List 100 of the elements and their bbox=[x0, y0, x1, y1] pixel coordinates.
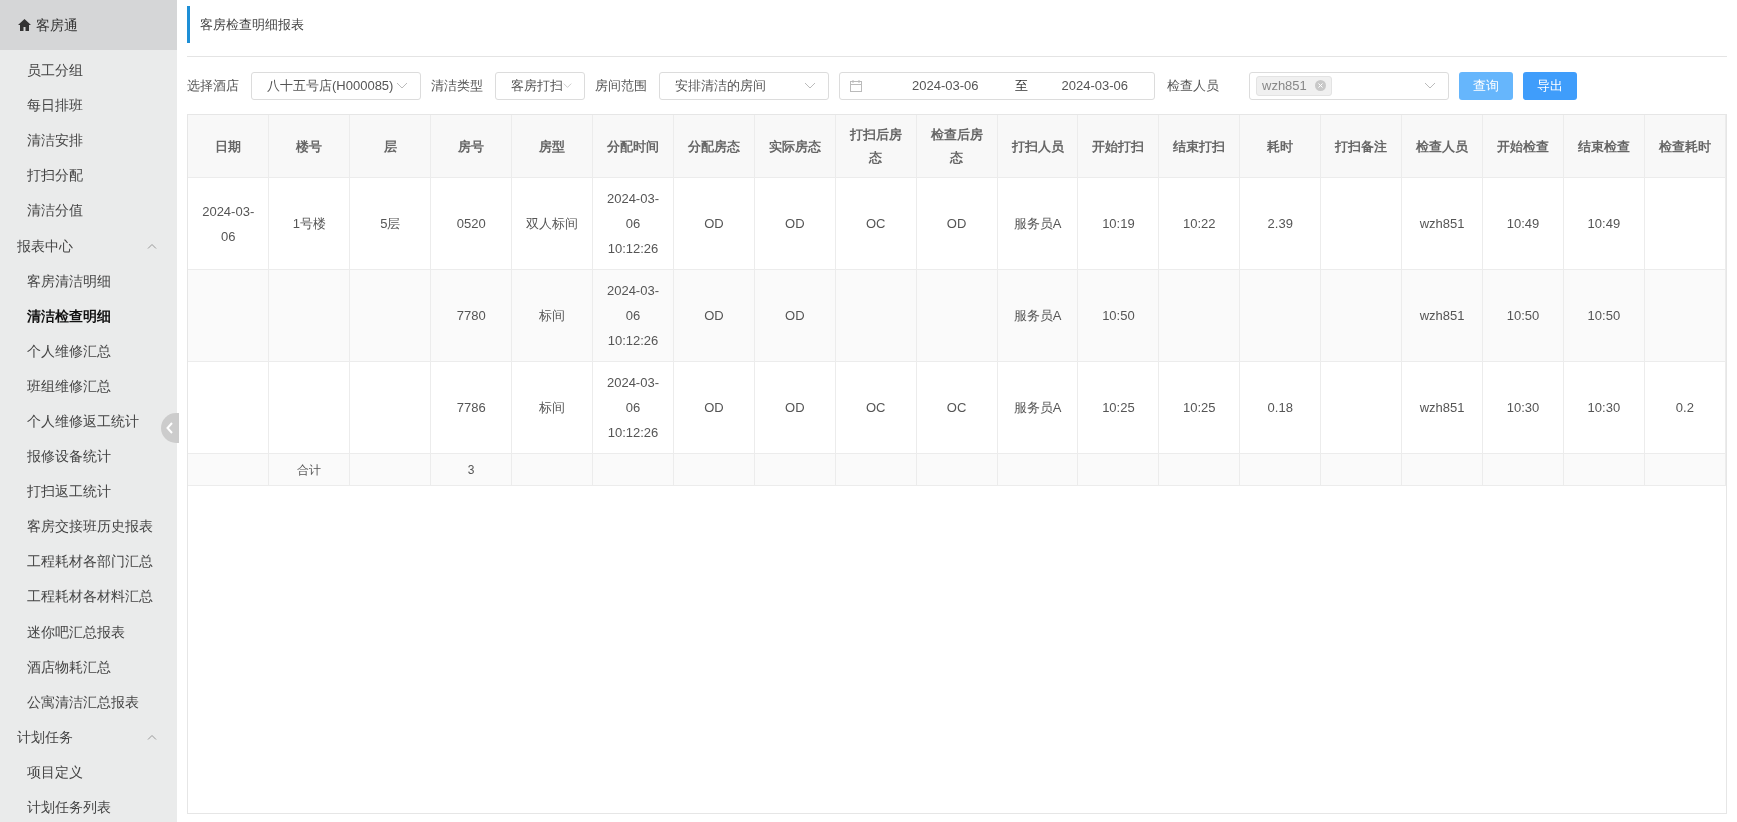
date-range-field[interactable]: 2024-03-06 至 2024-03-06 bbox=[839, 71, 1155, 100]
column-header: 打扫备注 bbox=[1320, 115, 1402, 178]
filter-label: 检查人员 bbox=[1167, 76, 1219, 95]
table-cell: 双人标间 bbox=[526, 216, 579, 231]
table-cell: 服务员A bbox=[1013, 400, 1062, 415]
sidebar-item[interactable]: 打扫返工统计 bbox=[0, 474, 111, 510]
sidebar-item[interactable]: 个人维修返工统计 bbox=[0, 403, 139, 440]
table-cell: 10:19 bbox=[1102, 216, 1135, 231]
table-cell: 0.18 bbox=[1267, 400, 1293, 415]
column-header: 结束打扫 bbox=[1158, 115, 1240, 178]
table-cell: wzh851 bbox=[1419, 400, 1465, 415]
sidebar-item[interactable]: 计划任务列表 bbox=[0, 789, 111, 822]
table-cell: OD bbox=[704, 400, 724, 415]
table-cell: 5层 bbox=[380, 216, 401, 231]
filter-label: 房间范围 bbox=[595, 76, 647, 95]
page-title: 客房检查明细报表 bbox=[187, 6, 1727, 43]
table-cell: 服务员A bbox=[1013, 216, 1062, 231]
chevron-icon bbox=[147, 734, 157, 741]
chevron-down-icon bbox=[1424, 82, 1436, 89]
column-header: 耗时 bbox=[1239, 115, 1321, 178]
sidebar-item[interactable]: 项目定义 bbox=[0, 754, 83, 790]
sidebar-item[interactable]: 客房交接班历史报表 bbox=[0, 509, 153, 545]
select-field[interactable]: 八十五号店(H000085) bbox=[251, 71, 421, 100]
table-cell: 2024-03-06 10:12:26 bbox=[606, 283, 659, 348]
table-cell: 10:50 bbox=[1102, 308, 1135, 323]
table-cell: 2024-03-06 bbox=[202, 203, 255, 244]
sidebar-item[interactable]: 公寓清洁汇总报表 bbox=[0, 684, 139, 720]
table-cell: 7786 bbox=[456, 400, 486, 415]
column-header: 房号 bbox=[430, 115, 512, 178]
sidebar-item[interactable]: 班组维修汇总 bbox=[0, 368, 111, 404]
select-field[interactable]: 客房打扫 bbox=[495, 71, 585, 100]
table-cell: OD bbox=[704, 216, 724, 231]
home-icon bbox=[18, 19, 31, 31]
sidebar-item[interactable]: 酒店物耗汇总 bbox=[0, 649, 111, 685]
column-header: 房型 bbox=[511, 115, 593, 178]
table-cell: OD bbox=[785, 216, 805, 231]
table-cell: 10:49 bbox=[1506, 216, 1540, 231]
sidebar-group[interactable]: 计划任务 bbox=[0, 719, 177, 755]
sidebar-item[interactable]: 员工分组 bbox=[0, 53, 83, 89]
table-cell: 标间 bbox=[539, 308, 566, 323]
table-cell: OD bbox=[946, 216, 967, 231]
table-cell: OC bbox=[946, 400, 967, 415]
sidebar-item[interactable]: 每日排班 bbox=[0, 88, 83, 124]
column-header: 开始检查 bbox=[1482, 115, 1564, 178]
column-header: 层 bbox=[349, 115, 431, 178]
column-header: 开始打扫 bbox=[1077, 115, 1159, 178]
sidebar-item[interactable]: 清洁安排 bbox=[0, 123, 83, 159]
column-header: 检查耗时 bbox=[1644, 115, 1726, 178]
collapse-handle[interactable] bbox=[161, 413, 179, 443]
column-header: 结束检查 bbox=[1563, 115, 1645, 178]
chevron-down-icon bbox=[563, 82, 572, 89]
select-field[interactable]: 安排清洁的房间 bbox=[659, 71, 829, 100]
table-cell: 7780 bbox=[456, 308, 486, 323]
table-cell: 1号楼 bbox=[292, 216, 326, 231]
table-cell: 服务员A bbox=[1013, 308, 1062, 323]
chevron-down-icon bbox=[804, 82, 816, 89]
chevron-down-icon bbox=[396, 82, 408, 89]
sidebar-item[interactable]: 迷你吧汇总报表 bbox=[0, 614, 125, 650]
table-cell: OD bbox=[704, 308, 724, 323]
sidebar-item[interactable]: 报修设备统计 bbox=[0, 439, 111, 475]
sidebar-item[interactable]: 清洁分值 bbox=[0, 193, 83, 229]
sidebar-item[interactable]: 清洁检查明细 bbox=[0, 298, 111, 334]
table-cell: wzh851 bbox=[1419, 308, 1465, 323]
table-cell: 2024-03-06 10:12:26 bbox=[606, 191, 659, 256]
app-title: 客房通 bbox=[36, 15, 78, 35]
table-cell: OD bbox=[785, 308, 805, 323]
sidebar-item[interactable]: 打扫分配 bbox=[0, 158, 83, 194]
table-cell: 10:30 bbox=[1506, 400, 1540, 415]
sidebar-item[interactable]: 工程耗材各材料汇总 bbox=[0, 579, 153, 615]
chevron-icon bbox=[147, 243, 157, 249]
column-header: 分配房态 bbox=[673, 115, 755, 178]
table-cell: 10:25 bbox=[1183, 400, 1216, 415]
total-cell: 合计 bbox=[297, 462, 322, 477]
table-cell: 2.39 bbox=[1267, 216, 1293, 231]
filter-label: 清洁类型 bbox=[431, 76, 483, 95]
close-icon[interactable] bbox=[1314, 80, 1326, 91]
column-header: 日期 bbox=[188, 115, 269, 178]
table-cell: 10:49 bbox=[1587, 216, 1621, 231]
column-header: 检查人员 bbox=[1401, 115, 1483, 178]
group-label: 计划任务 bbox=[17, 727, 73, 747]
calendar-icon bbox=[850, 79, 862, 92]
table-cell: OC bbox=[865, 216, 886, 231]
group-label: 报表中心 bbox=[17, 236, 73, 256]
table-cell: wzh851 bbox=[1419, 216, 1465, 231]
table-cell: 10:22 bbox=[1183, 216, 1216, 231]
filter-label: 选择酒店 bbox=[187, 76, 239, 95]
column-header: 检查后房态 bbox=[916, 115, 998, 178]
column-header: 实际房态 bbox=[754, 115, 836, 178]
column-header: 楼号 bbox=[268, 115, 350, 178]
sidebar-item[interactable]: 工程耗材各部门汇总 bbox=[0, 544, 153, 580]
table-cell: 0.2 bbox=[1675, 400, 1694, 415]
table-cell: OD bbox=[785, 400, 805, 415]
tag: wzh851 bbox=[1256, 75, 1332, 96]
table-cell: 10:25 bbox=[1102, 400, 1135, 415]
sidebar-item[interactable]: 个人维修汇总 bbox=[0, 333, 111, 369]
sidebar-header[interactable]: 客房通 bbox=[0, 0, 177, 50]
sidebar-group[interactable]: 报表中心 bbox=[0, 228, 177, 264]
table-cell: 10:50 bbox=[1506, 308, 1540, 323]
sidebar-item[interactable]: 客房清洁明细 bbox=[0, 263, 111, 299]
table-cell: 10:50 bbox=[1587, 308, 1621, 323]
